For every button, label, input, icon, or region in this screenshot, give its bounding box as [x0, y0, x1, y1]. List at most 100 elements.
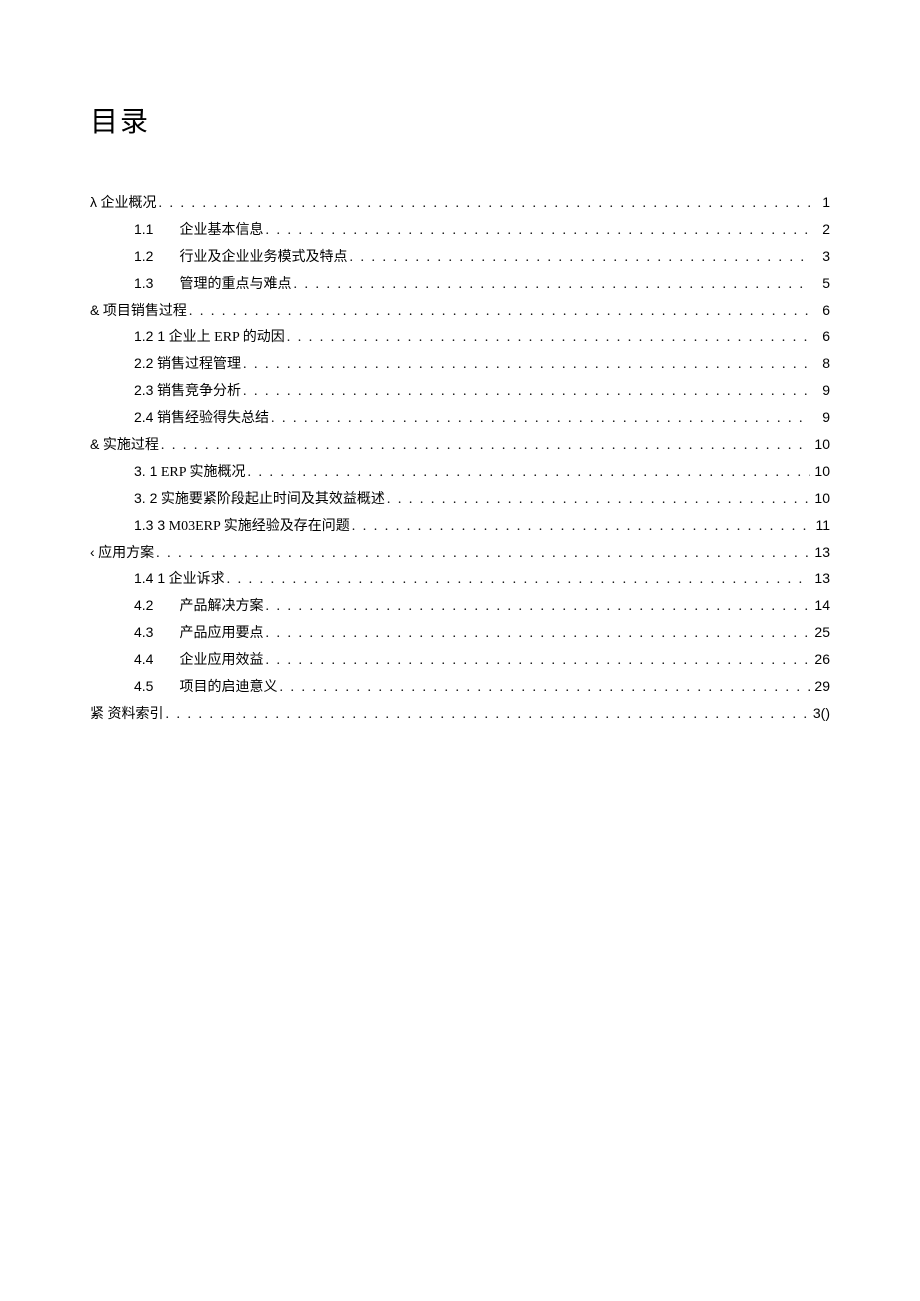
toc-leader-dots: [225, 567, 810, 593]
toc-entry-number: λ: [90, 190, 97, 216]
toc-entry: 4.4 企业应用效益 26: [90, 647, 830, 674]
toc-entry: 3. 1 ERP 实施概况 10: [90, 459, 830, 486]
toc-entry-page: 2: [810, 217, 830, 243]
toc-entry-number: 3. 2: [134, 486, 157, 512]
toc-entry-label: 4.3 产品应用要点: [134, 620, 264, 647]
toc-entry: 1.4 1 企业诉求 13: [90, 566, 830, 593]
toc-entry-title: 产品解决方案: [180, 599, 264, 614]
toc-entry-number: 2.3: [134, 378, 153, 404]
toc-entry-page: 25: [810, 620, 830, 646]
toc-entry-label: 1.3 3 M03ERP 实施经验及存在问题: [134, 513, 350, 540]
toc-leader-dots: [348, 245, 811, 271]
toc-entry-page: 29: [810, 674, 830, 700]
toc-title-heading: 目录: [90, 100, 830, 140]
toc-entry: 1.2 1 企业上 ERP 的动因 6: [90, 324, 830, 351]
toc-entry-label: 3. 1 ERP 实施概况: [134, 459, 246, 486]
toc-entry-title: 项目销售过程: [103, 304, 187, 319]
toc-entry: λ 企业概况 1: [90, 190, 830, 217]
toc-leader-dots: [264, 218, 811, 244]
toc-entry-page: 14: [810, 593, 830, 619]
toc-entry: ‹ 应用方案 13: [90, 540, 830, 567]
toc-entry-page: 9: [810, 405, 830, 431]
toc-entry-number: 1.3: [134, 271, 176, 297]
toc-entry: 1.1 企业基本信息 2: [90, 217, 830, 244]
toc-entry-label: 1.2 行业及企业业务模式及特点: [134, 244, 348, 271]
toc-entry-number: 4.5: [134, 674, 176, 700]
toc-entry-label: λ 企业概况: [90, 190, 157, 217]
toc-entry-number: 4.3: [134, 620, 176, 646]
toc-entry-page: 13: [810, 540, 830, 566]
toc-entry-label: 2.2 销售过程管理: [134, 351, 241, 378]
toc-leader-dots: [159, 433, 810, 459]
toc-entry-label: 紧 资料索引: [90, 701, 164, 728]
toc-entry: 紧 资料索引 3(): [90, 701, 830, 728]
toc-leader-dots: [278, 675, 811, 701]
toc-entry-number: 3. 1: [134, 459, 157, 485]
toc-entry-title: 实施过程: [103, 438, 159, 453]
toc-entry-label: 4.4 企业应用效益: [134, 647, 264, 674]
toc-entry-number: 2.4: [134, 405, 153, 431]
toc-entry: 4.3 产品应用要点 25: [90, 620, 830, 647]
toc-entry-number: 1.2 1: [134, 324, 165, 350]
toc-entry-page: 9: [810, 378, 830, 404]
toc-entry-number: 1.2: [134, 244, 176, 270]
toc-leader-dots: [187, 299, 810, 325]
toc-entry-label: 1.3 管理的重点与难点: [134, 271, 292, 298]
toc-entry-label: 1.4 1 企业诉求: [134, 566, 225, 593]
toc-leader-dots: [350, 514, 810, 540]
toc-leader-dots: [241, 352, 810, 378]
toc-entry-number: 4.4: [134, 647, 176, 673]
toc-entry-title: 企业应用效益: [180, 653, 264, 668]
toc-entry-label: 1.1 企业基本信息: [134, 217, 264, 244]
toc-leader-dots: [285, 325, 810, 351]
toc-entry-page: 8: [810, 351, 830, 377]
toc-entry: 4.5 项目的启迪意义 29: [90, 674, 830, 701]
toc-entry-label: 2.3 销售竞争分析: [134, 378, 241, 405]
toc-entry-number: &: [90, 298, 99, 324]
toc-entry-title: 销售竞争分析: [157, 384, 241, 399]
toc-entry: 4.2 产品解决方案 14: [90, 593, 830, 620]
toc-entry-page: 26: [810, 647, 830, 673]
toc-entry-label: ‹ 应用方案: [90, 540, 154, 567]
toc-entry-title: 企业基本信息: [180, 223, 264, 238]
toc-entry-page: 10: [810, 459, 830, 485]
toc-entry: 2.3 销售竞争分析 9: [90, 378, 830, 405]
toc-entry-title: 企业诉求: [169, 572, 225, 587]
toc-entry-number: 1.3 3: [134, 513, 165, 539]
toc-entry-number: ‹: [90, 540, 95, 566]
toc-entry-page: 1: [810, 190, 830, 216]
toc-entry-number: 1.1: [134, 217, 176, 243]
toc-entry: 3. 2 实施要紧阶段起止时间及其效益概述 10: [90, 486, 830, 513]
toc-entry-title: 管理的重点与难点: [180, 277, 292, 292]
toc-entry: 2.2 销售过程管理 8: [90, 351, 830, 378]
toc-entry: 1.3 管理的重点与难点 5: [90, 271, 830, 298]
toc-entry: & 项目销售过程 6: [90, 298, 830, 325]
toc-leader-dots: [292, 272, 811, 298]
toc-entry: 1.3 3 M03ERP 实施经验及存在问题 11: [90, 513, 830, 540]
toc-entry-number: 紧: [90, 701, 104, 727]
toc-leader-dots: [154, 541, 810, 567]
toc-entry-label: 4.2 产品解决方案: [134, 593, 264, 620]
toc-entry-title: 行业及企业业务模式及特点: [180, 250, 348, 265]
toc-entry-number: 1.4 1: [134, 566, 165, 592]
toc-entry-page: 10: [810, 432, 830, 458]
toc-entry-title: ERP 实施概况: [161, 465, 246, 480]
toc-entry-label: 2.4 销售经验得失总结: [134, 405, 269, 432]
toc-leader-dots: [157, 191, 811, 217]
toc-entry-title: 应用方案: [98, 546, 154, 561]
table-of-contents: λ 企业概况 11.1 企业基本信息 21.2 行业及企业业务模式及特点 31.…: [90, 190, 830, 728]
toc-entry-page: 10: [810, 486, 830, 512]
toc-entry-page: 3: [810, 244, 830, 270]
toc-entry-page: 3(): [810, 701, 830, 727]
toc-entry-page: 6: [810, 324, 830, 350]
toc-entry-page: 5: [810, 271, 830, 297]
toc-leader-dots: [246, 460, 810, 486]
toc-entry-number: &: [90, 432, 99, 458]
toc-entry-title: 产品应用要点: [180, 626, 264, 641]
toc-entry-label: 1.2 1 企业上 ERP 的动因: [134, 324, 285, 351]
toc-entry-title: 实施要紧阶段起止时间及其效益概述: [161, 492, 385, 507]
toc-entry: 1.2 行业及企业业务模式及特点 3: [90, 244, 830, 271]
toc-entry-label: 3. 2 实施要紧阶段起止时间及其效益概述: [134, 486, 385, 513]
toc-entry-number: 4.2: [134, 593, 176, 619]
toc-entry-title: 企业概况: [101, 196, 157, 211]
